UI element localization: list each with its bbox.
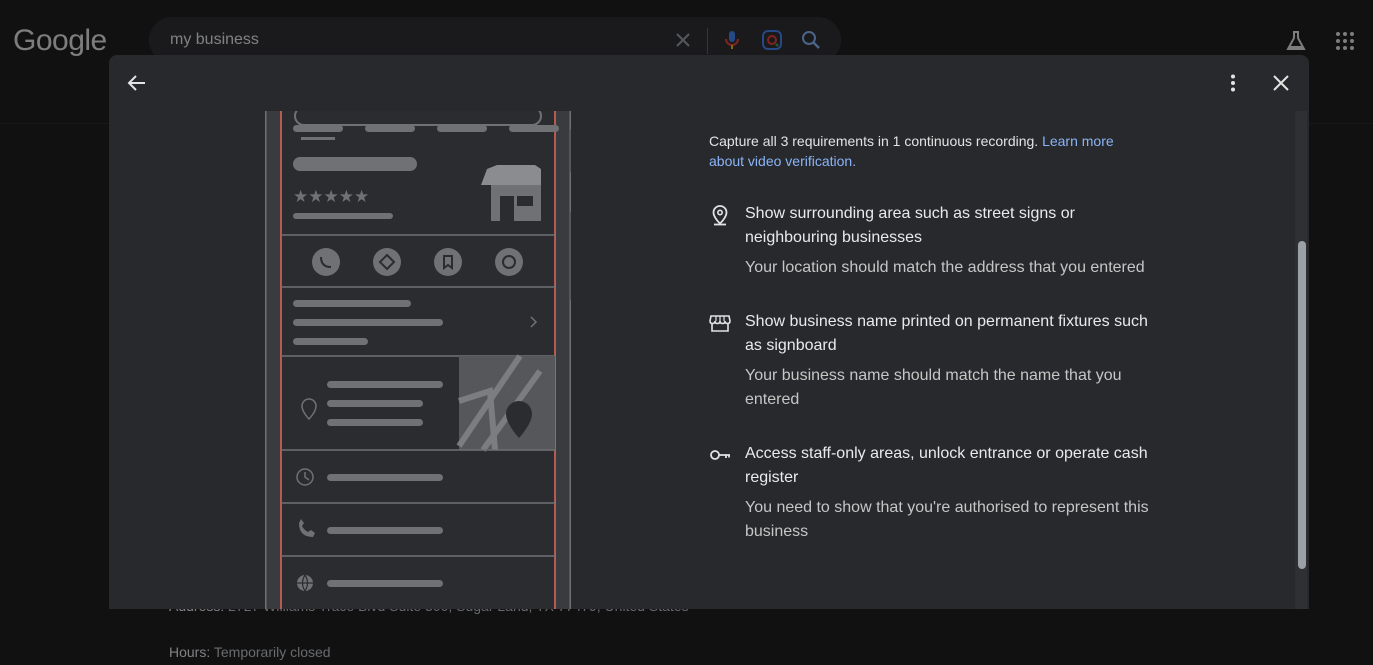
video-verification-dialog: ★★★★★ Capture all 3 requirements in 1 co… [109, 55, 1309, 609]
scrollbar-thumb[interactable] [1298, 241, 1306, 569]
key-icon [710, 450, 730, 460]
more-options-button[interactable] [1213, 63, 1253, 103]
intro-text: Capture all 3 requirements in 1 continuo… [709, 131, 1149, 171]
requirement-title: Access staff-only areas, unlock entrance… [745, 445, 1148, 486]
requirement-description: You need to show that you're authorised … [745, 499, 1149, 540]
requirement-description: Your location should match the address t… [745, 259, 1145, 276]
intro-sentence: Capture all 3 requirements in 1 continuo… [709, 133, 1043, 149]
arrow-back-icon [127, 75, 145, 91]
location-pin-icon [712, 205, 728, 226]
dialog-scroll-content[interactable]: ★★★★★ Capture all 3 requirements in 1 co… [109, 111, 1295, 609]
requirement-description: Your business name should match the name… [745, 367, 1122, 408]
back-button[interactable] [117, 63, 157, 103]
storefront-icon [709, 315, 731, 332]
requirement-title: Show business name printed on permanent … [745, 313, 1148, 354]
close-button[interactable] [1261, 63, 1301, 103]
more-vert-icon [1231, 74, 1235, 92]
close-icon [1273, 75, 1289, 91]
svg-text:★★★★★: ★★★★★ [293, 187, 369, 207]
requirement-title: Show surrounding area such as street sig… [745, 205, 1075, 246]
phone-illustration: ★★★★★ [265, 111, 571, 609]
